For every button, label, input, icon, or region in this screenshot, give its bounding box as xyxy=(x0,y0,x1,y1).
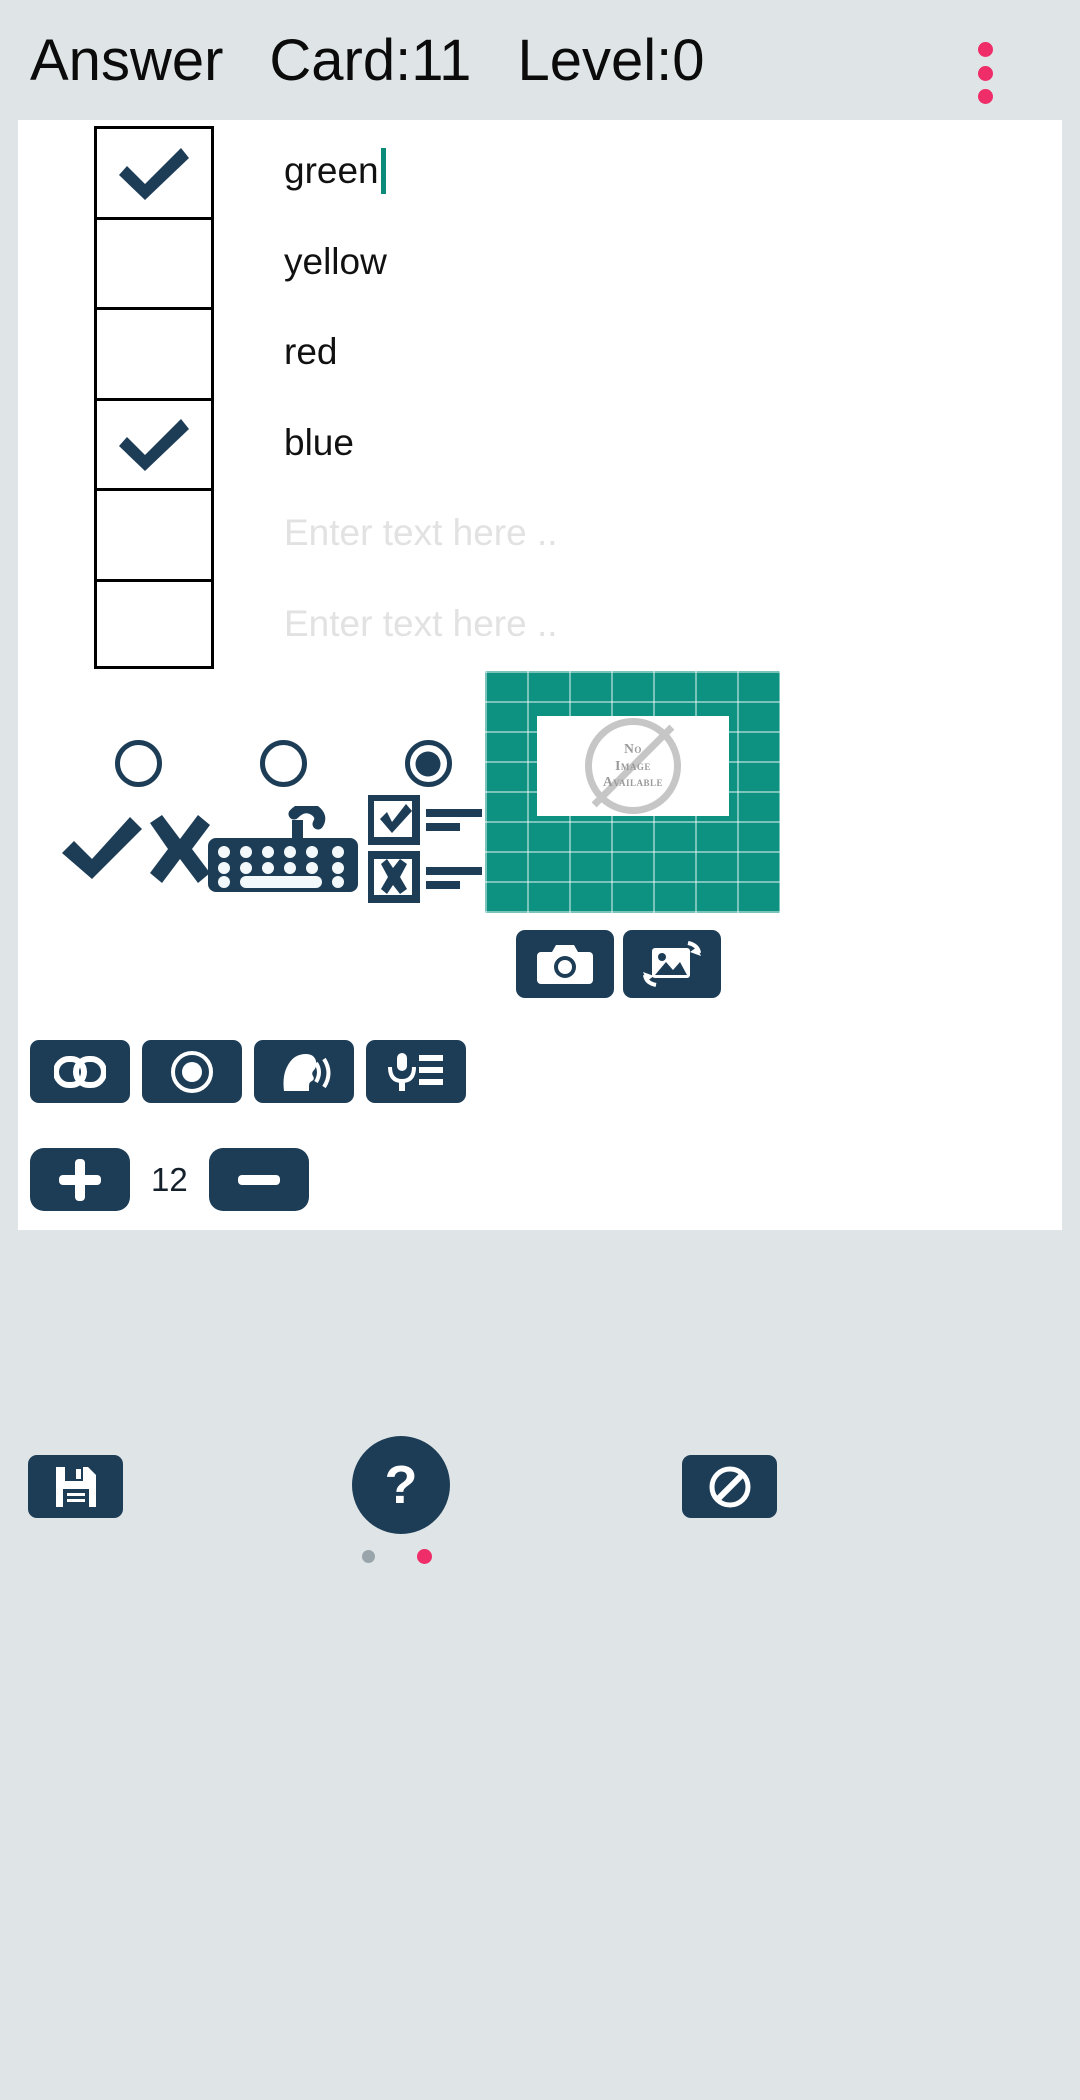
kebab-dot xyxy=(977,65,993,81)
answer-card: green yellow red blue Enter text here ..… xyxy=(18,120,1062,1230)
no-entry-icon xyxy=(709,1466,750,1507)
answer-text-placeholder[interactable]: Enter text here .. xyxy=(284,488,558,579)
card-count-stepper: 12 xyxy=(30,1148,309,1211)
no-image-text: No Image Available xyxy=(603,741,663,790)
answer-checkbox[interactable] xyxy=(94,397,214,488)
kebab-menu-icon[interactable] xyxy=(975,42,995,104)
kebab-dot xyxy=(977,89,993,104)
floppy-disk-icon xyxy=(55,1466,96,1507)
answer-row: red xyxy=(94,307,994,398)
record-icon xyxy=(171,1050,213,1093)
no-image-line: Image xyxy=(615,757,651,773)
answer-checkbox[interactable] xyxy=(94,126,214,217)
media-button-group xyxy=(516,930,721,998)
answer-checkbox[interactable] xyxy=(94,578,214,669)
answer-row: Enter text here .. xyxy=(94,488,994,579)
no-image-line: Available xyxy=(602,774,664,790)
answer-row: Enter text here .. xyxy=(94,578,994,670)
text-to-speech-button[interactable] xyxy=(254,1040,354,1103)
card-image-preview[interactable]: No Image Available xyxy=(485,671,780,913)
speech-to-text-button[interactable] xyxy=(366,1040,466,1103)
text-cursor xyxy=(380,148,386,195)
record-button[interactable] xyxy=(142,1040,242,1103)
link-icon xyxy=(54,1055,106,1088)
answer-text[interactable]: yellow xyxy=(284,217,387,308)
save-button[interactable] xyxy=(28,1455,123,1518)
app-root: Answer Card:11 Level:0 green yellow red … xyxy=(0,0,1080,2100)
answer-text[interactable]: blue xyxy=(284,398,354,489)
camera-button[interactable] xyxy=(516,930,614,998)
image-swap-icon xyxy=(643,941,701,987)
check-icon xyxy=(119,419,189,472)
page-title: Answer xyxy=(30,27,224,93)
increment-button[interactable] xyxy=(30,1148,130,1211)
no-image-line: No xyxy=(624,741,642,757)
microphone-list-icon xyxy=(388,1052,443,1091)
link-button[interactable] xyxy=(30,1040,130,1103)
speaking-head-icon xyxy=(283,1053,331,1091)
answer-checkbox[interactable] xyxy=(94,307,214,398)
level-label: Level:0 xyxy=(517,27,705,93)
check-icon xyxy=(119,147,189,200)
nav-dot-inactive[interactable] xyxy=(362,1550,375,1563)
navigation-dots xyxy=(362,1549,442,1564)
radio-button-selected[interactable] xyxy=(404,740,452,787)
answer-row: blue xyxy=(94,397,994,489)
app-header: Answer Card:11 Level:0 xyxy=(0,0,1080,120)
no-image-icon: No Image Available xyxy=(568,718,698,814)
answer-checkbox[interactable] xyxy=(94,488,214,579)
camera-icon xyxy=(537,945,593,984)
answer-checkbox[interactable] xyxy=(94,216,214,307)
answer-text[interactable]: green xyxy=(284,126,386,217)
answer-text[interactable]: red xyxy=(284,307,337,398)
plus-icon xyxy=(59,1158,101,1201)
no-image-placeholder: No Image Available xyxy=(537,716,729,816)
answer-option-list: green yellow red blue Enter text here ..… xyxy=(94,126,994,669)
decrement-button[interactable] xyxy=(208,1148,309,1211)
cancel-button[interactable] xyxy=(682,1455,777,1518)
card-counter-label: Card:11 xyxy=(269,27,472,93)
tool-button-group xyxy=(30,1040,466,1103)
answer-text-value: green xyxy=(284,150,379,192)
gallery-button[interactable] xyxy=(623,930,721,998)
answer-row: green xyxy=(94,126,994,217)
answer-text-placeholder[interactable]: Enter text here .. xyxy=(284,579,558,670)
kebab-dot xyxy=(977,42,993,57)
help-button[interactable]: ? xyxy=(352,1436,450,1534)
radio-button[interactable] xyxy=(259,740,307,787)
minus-icon xyxy=(237,1174,280,1185)
answer-row: yellow xyxy=(94,216,994,308)
card-count-value: 12 xyxy=(151,1160,188,1198)
nav-dot-active[interactable] xyxy=(417,1549,432,1564)
radio-button[interactable] xyxy=(114,740,162,787)
help-label: ? xyxy=(384,1455,418,1515)
